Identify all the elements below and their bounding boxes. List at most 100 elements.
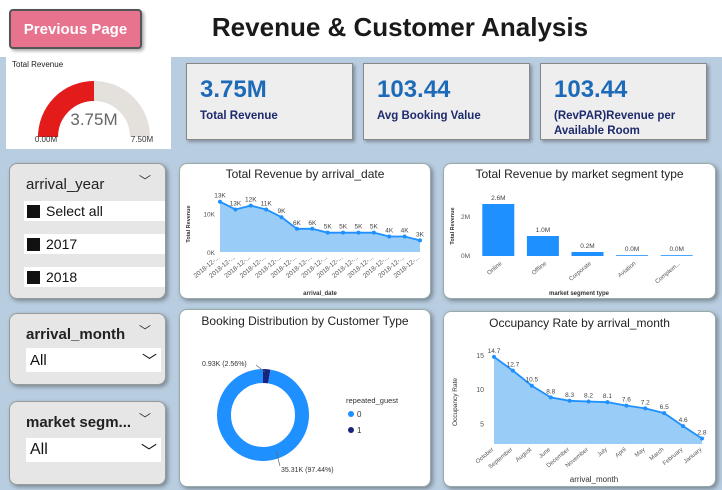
data-label: 8.1 bbox=[603, 393, 612, 400]
arrival-year-slicer[interactable]: arrival_year ﹀ Select all 2017 2018 bbox=[9, 163, 166, 299]
x-tick-label: May bbox=[634, 447, 647, 459]
data-label: 4.6 bbox=[679, 417, 688, 424]
previous-page-button[interactable]: Previous Page bbox=[9, 9, 142, 49]
data-point bbox=[402, 234, 407, 239]
area-fill bbox=[494, 356, 702, 444]
data-label: 1.0M bbox=[536, 227, 550, 234]
data-label: 5K bbox=[370, 224, 379, 231]
data-label: 5K bbox=[354, 224, 363, 231]
dropdown-value: All bbox=[30, 441, 48, 458]
market-segment-slicer[interactable]: market segm... ﹀ All ﹀ bbox=[9, 401, 166, 485]
data-label: 4K bbox=[401, 228, 410, 235]
data-point bbox=[662, 411, 667, 416]
kpi-value: 103.44 bbox=[377, 76, 451, 103]
data-point bbox=[233, 207, 238, 212]
market-segment-dropdown[interactable]: All ﹀ bbox=[26, 438, 161, 462]
x-tick-label: Corporate bbox=[568, 261, 593, 283]
data-point bbox=[248, 203, 253, 208]
revenue-gauge: 3.75M 0.00M 7.50M bbox=[35, 81, 153, 144]
occupancy-rate-chart-card: Occupancy Rate by arrival_month 14.7 12.7… bbox=[443, 311, 716, 487]
data-point bbox=[586, 399, 591, 404]
slicer-option-select-all[interactable]: Select all bbox=[24, 201, 165, 221]
data-label: 12.7 bbox=[507, 362, 520, 369]
kpi-value: 3.75M bbox=[200, 76, 267, 103]
pie-slice bbox=[217, 369, 309, 461]
kpi-revpar: 103.44 (RevPAR)Revenue per Available Roo… bbox=[540, 63, 707, 140]
legend-marker bbox=[348, 411, 354, 417]
data-label: 0.2M bbox=[580, 243, 594, 250]
slicer-option-2017[interactable]: 2017 bbox=[24, 234, 165, 254]
x-tick-label: August bbox=[515, 447, 533, 464]
option-label: 2017 bbox=[46, 236, 78, 252]
data-label: 0.0M bbox=[669, 246, 683, 253]
gauge-value: 3.75M bbox=[70, 110, 117, 129]
data-label: 0.0M bbox=[625, 246, 639, 253]
revenue-by-segment-chart-card: Total Revenue by market segment type 2.6… bbox=[443, 163, 716, 299]
x-axis-label: arrival_month bbox=[570, 475, 618, 484]
data-label: 10.5 bbox=[525, 377, 538, 384]
y-tick-label: 5 bbox=[480, 421, 484, 428]
chevron-down-icon[interactable]: ﹀ bbox=[142, 350, 157, 371]
y-tick-label: 10 bbox=[476, 387, 484, 394]
x-tick-label: April bbox=[615, 447, 628, 459]
data-point bbox=[310, 226, 315, 231]
data-label: 5K bbox=[324, 224, 333, 231]
data-label: 7.2 bbox=[641, 399, 650, 406]
data-label: 12K bbox=[245, 197, 257, 204]
data-label: 6.5 bbox=[660, 404, 669, 411]
chevron-down-icon[interactable]: ﹀ bbox=[139, 322, 151, 339]
slicer-option-2018[interactable]: 2018 bbox=[24, 267, 165, 287]
checkbox-icon[interactable] bbox=[27, 270, 40, 284]
x-tick-label: Aviation bbox=[617, 261, 637, 279]
chevron-down-icon[interactable]: ﹀ bbox=[139, 172, 151, 189]
data-point bbox=[218, 199, 222, 204]
x-tick-label: June bbox=[538, 447, 552, 460]
arrival-month-slicer[interactable]: arrival_month ﹀ All ﹀ bbox=[9, 313, 166, 385]
slicer-title: market segm... bbox=[26, 414, 132, 431]
data-label: 4K bbox=[385, 228, 394, 235]
data-point bbox=[624, 403, 629, 408]
data-label: 14.7 bbox=[488, 348, 501, 355]
x-tick-label: February bbox=[662, 447, 684, 467]
data-point bbox=[548, 395, 553, 400]
data-label: 13K bbox=[214, 193, 226, 200]
legend-marker bbox=[348, 427, 354, 433]
data-label: 7.6 bbox=[622, 397, 631, 404]
booking-distribution-chart-card: Booking Distribution by Customer Type 0.… bbox=[179, 309, 431, 487]
dropdown-value: All bbox=[30, 351, 47, 369]
data-label: 13K bbox=[230, 200, 242, 207]
arrival-month-dropdown[interactable]: All ﹀ bbox=[26, 348, 161, 372]
option-label: Select all bbox=[46, 203, 103, 219]
checkbox-icon[interactable] bbox=[27, 204, 40, 218]
data-point bbox=[643, 406, 648, 411]
chevron-down-icon[interactable]: ﹀ bbox=[141, 438, 157, 462]
data-label: 0.93K (2.56%) bbox=[202, 361, 247, 368]
data-label: 6K bbox=[308, 220, 317, 227]
x-axis-label: market segment type bbox=[549, 291, 610, 297]
data-label: 35.31K (97.44%) bbox=[281, 467, 334, 474]
chevron-down-icon[interactable]: ﹀ bbox=[139, 410, 151, 427]
data-point bbox=[529, 383, 534, 388]
x-tick-label: Online bbox=[486, 261, 504, 277]
data-point bbox=[279, 215, 284, 220]
data-point bbox=[294, 226, 299, 231]
kpi-avg-booking-value: 103.44 Avg Booking Value bbox=[363, 63, 530, 140]
legend-title: repeated_guest bbox=[346, 396, 399, 405]
data-label: 8.8 bbox=[546, 388, 555, 395]
data-label: 2.6M bbox=[491, 195, 505, 202]
x-axis-label: arrival_date bbox=[303, 291, 337, 297]
data-point bbox=[371, 230, 376, 235]
data-label: 2.8 bbox=[697, 430, 706, 437]
gauge-min: 0.00M bbox=[35, 135, 58, 144]
x-tick-label: January bbox=[683, 447, 703, 465]
y-axis-label: Occupancy Rate bbox=[452, 378, 459, 426]
data-point bbox=[492, 354, 496, 359]
total-revenue-gauge-card: Total Revenue 3.75M 0.00M 7.50M bbox=[6, 57, 171, 149]
bar bbox=[616, 255, 649, 256]
checkbox-icon[interactable] bbox=[27, 237, 40, 251]
booking-distribution-chart: 0.93K (2.56%) 35.31K (97.44%) repeated_gue… bbox=[202, 361, 399, 474]
legend-label: 0 bbox=[357, 410, 362, 419]
data-point bbox=[418, 238, 422, 243]
x-tick-label: Complem... bbox=[655, 261, 683, 286]
data-point bbox=[700, 436, 704, 441]
